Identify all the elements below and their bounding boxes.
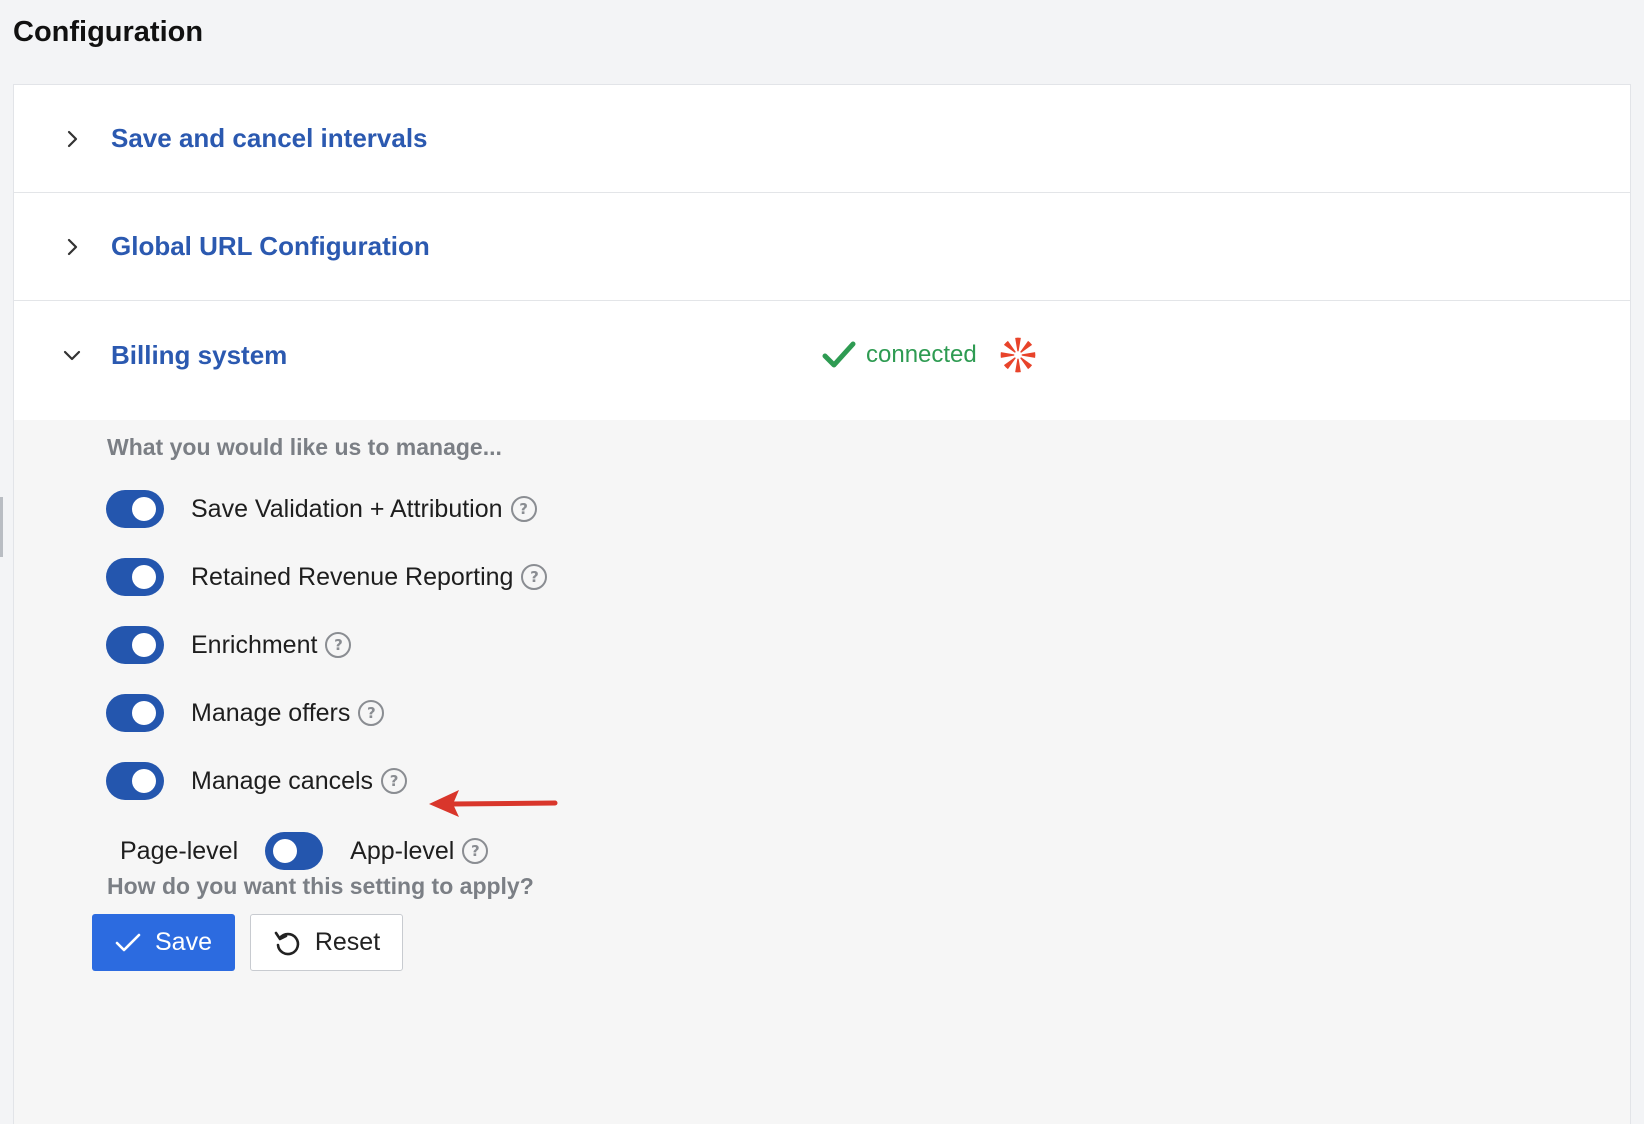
- help-icon[interactable]: ?: [510, 496, 537, 522]
- manage-offers-toggle[interactable]: [106, 694, 164, 732]
- toggle-label: Manage cancels: [191, 766, 374, 795]
- help-icon[interactable]: ?: [521, 564, 548, 590]
- retained-revenue-toggle[interactable]: [106, 558, 164, 596]
- resize-handle[interactable]: [0, 497, 3, 557]
- connection-status: connected: [822, 336, 1037, 374]
- help-icon[interactable]: ?: [381, 768, 408, 794]
- checkmark-icon: [115, 933, 141, 951]
- toggle-row-manage-cancels: Manage cancels ?: [106, 761, 408, 801]
- section-title[interactable]: Billing system: [111, 340, 287, 371]
- save-button-label: Save: [155, 928, 212, 956]
- checkmark-icon: [822, 341, 856, 368]
- toggle-row-retained-revenue: Retained Revenue Reporting ?: [106, 557, 548, 597]
- section-title[interactable]: Save and cancel intervals: [111, 123, 428, 154]
- toggle-row-enrichment: Enrichment ?: [106, 625, 352, 665]
- apply-level-row: Page-level App-level ?: [120, 831, 489, 871]
- manage-heading: What you would like us to manage...: [107, 434, 502, 460]
- toggle-label: Retained Revenue Reporting: [191, 562, 514, 591]
- toggle-label: Save Validation + Attribution: [191, 494, 503, 523]
- save-validation-toggle[interactable]: [106, 490, 164, 528]
- page-level-label: Page-level: [120, 836, 239, 865]
- manage-cancels-toggle[interactable]: [106, 762, 164, 800]
- section-save-cancel-intervals[interactable]: Save and cancel intervals: [14, 85, 1630, 193]
- reset-button-label: Reset: [314, 928, 381, 956]
- help-icon[interactable]: ?: [462, 838, 489, 864]
- toggle-label: Manage offers: [191, 698, 351, 727]
- chevron-right-icon: [67, 130, 78, 147]
- save-button[interactable]: Save: [92, 914, 235, 971]
- help-icon[interactable]: ?: [325, 632, 352, 658]
- level-toggle[interactable]: [265, 832, 324, 870]
- help-icon[interactable]: ?: [358, 700, 385, 726]
- reset-button[interactable]: Reset: [250, 914, 403, 971]
- billing-provider-logo-icon: [1000, 337, 1036, 373]
- toggle-row-save-validation: Save Validation + Attribution ?: [106, 489, 537, 529]
- annotation-arrow-icon: [429, 790, 558, 817]
- toggle-label: Enrichment: [191, 630, 318, 659]
- chevron-down-icon: [63, 350, 81, 361]
- apply-heading: How do you want this setting to apply?: [107, 873, 534, 899]
- app-level-label: App-level: [350, 836, 455, 865]
- section-billing-system[interactable]: Billing system connected: [14, 301, 1630, 409]
- toggle-row-manage-offers: Manage offers ?: [106, 693, 385, 733]
- section-global-url-configuration[interactable]: Global URL Configuration: [14, 193, 1630, 301]
- page-title: Configuration: [13, 16, 204, 48]
- enrichment-toggle[interactable]: [106, 626, 164, 664]
- status-text: connected: [866, 341, 977, 368]
- reset-icon: [274, 931, 300, 955]
- chevron-right-icon: [67, 238, 78, 255]
- section-title[interactable]: Global URL Configuration: [111, 231, 430, 262]
